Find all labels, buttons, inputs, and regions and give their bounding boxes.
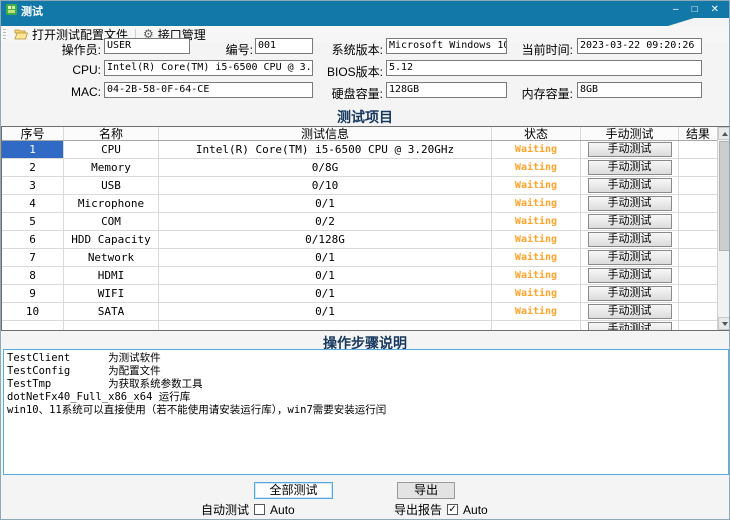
minimize-button[interactable]: – [673,3,679,16]
result-cell [679,285,717,302]
number-label: 编号: [193,41,253,58]
header-result[interactable]: 结果 [679,127,717,140]
status-text: Waiting [515,198,557,209]
memory-field[interactable]: 8GB [577,82,702,98]
export-report-label: 导出报告 [394,501,442,518]
auto-test-option-label: Auto [270,503,295,517]
test-all-button[interactable]: 全部测试 [254,482,333,499]
result-cell [679,141,717,158]
mac-label: MAC: [31,85,101,99]
steps-text: TestClient 为测试软件 TestConfig 为配置文件 TestTm… [4,350,728,419]
table-row[interactable]: 8 HDMI 0/1 Waiting 手动测试 [2,267,717,285]
table-row[interactable]: 9 WIFI 0/1 Waiting 手动测试 [2,285,717,303]
result-cell [679,159,717,176]
export-report-option-label: Auto [463,503,488,517]
window-title: 测试 [21,3,43,19]
bios-label: BIOS版本: [321,63,383,80]
status-text: Waiting [515,252,557,263]
operator-label: 操作员: [31,41,101,58]
status-text: Waiting [515,234,557,245]
table-scrollbar[interactable] [717,127,730,330]
manual-test-button[interactable]: 手动测试 [588,304,672,319]
table-row[interactable]: 2 Memory 0/8G Waiting 手动测试 [2,159,717,177]
status-text: Waiting [515,288,557,299]
status-text: Waiting [515,180,557,191]
scroll-up-button[interactable] [718,127,730,140]
manual-test-button[interactable]: 手动测试 [588,214,672,229]
auto-test-checkbox[interactable] [254,504,265,515]
export-report-checkbox[interactable]: ✓ [447,504,458,515]
manual-test-button[interactable]: 手动测试 [588,268,672,283]
export-button[interactable]: 导出 [397,482,455,499]
current-time-label: 当前时间: [513,41,573,58]
scroll-down-button[interactable] [718,317,730,330]
system-version-label: 系统版本: [321,41,383,58]
result-cell [679,195,717,212]
maximize-button[interactable]: □ [692,3,698,16]
manual-test-button[interactable]: 手动测试 [588,178,672,193]
table-row[interactable]: 5 COM 0/2 Waiting 手动测试 [2,213,717,231]
cpu-field[interactable]: Intel(R) Core(TM) i5-6500 CPU @ 3.20GHz [104,60,313,76]
app-window: 测试 – □ ✕ 打开测试配置文件 ⚙ 接口管理 操作员: USER 编号: 0… [0,0,730,520]
manual-test-button[interactable]: 手动测试 [588,142,672,157]
table-row[interactable]: 10 SATA 0/1 Waiting 手动测试 [2,303,717,321]
table-row[interactable]: 4 Microphone 0/1 Waiting 手动测试 [2,195,717,213]
table-row[interactable]: 6 HDD Capacity 0/128G Waiting 手动测试 [2,231,717,249]
hdd-field[interactable]: 128GB [386,82,507,98]
manual-test-button[interactable]: 手动测试 [588,196,672,211]
number-field[interactable]: 001 [255,38,313,54]
operator-field[interactable]: USER [104,38,190,54]
current-time-field[interactable]: 2023-03-22 09:20:26 [577,38,702,54]
arrow-down-icon [722,322,728,326]
toolbar-grip[interactable] [3,29,6,40]
table-header-row: 序号 名称 测试信息 状态 手动测试 结果 [2,127,717,141]
manual-test-button[interactable]: 手动测试 [588,160,672,175]
scrollbar-thumb[interactable] [719,141,730,251]
table-row[interactable]: 7 Network 0/1 Waiting 手动测试 [2,249,717,267]
table-row[interactable]: 1 CPU Intel(R) Core(TM) i5-6500 CPU @ 3.… [2,141,717,159]
manual-test-button[interactable]: 手动测试 [588,250,672,265]
result-cell [679,213,717,230]
auto-test-label: 自动测试 [201,501,249,518]
status-text: Waiting [515,306,557,317]
result-cell [679,177,717,194]
mac-field[interactable]: 04-2B-58-0F-64-CE [104,82,313,98]
result-cell [679,267,717,284]
memory-label: 内存容量: [513,85,573,102]
app-icon [6,4,17,15]
system-version-field[interactable]: Microsoft Windows 10 专 [386,38,507,54]
manual-test-button[interactable]: 手动测试 [588,232,672,247]
header-manual[interactable]: 手动测试 [581,127,679,140]
test-items-title: 测试项目 [1,107,729,127]
header-no[interactable]: 序号 [2,127,64,140]
status-text: Waiting [515,216,557,227]
result-cell [679,303,717,320]
status-text: Waiting [515,144,557,155]
hdd-label: 硬盘容量: [321,85,383,102]
manual-test-button[interactable]: 手动测试 [588,322,672,331]
cpu-label: CPU: [31,63,101,77]
test-items-table: 序号 名称 测试信息 状态 手动测试 结果 1 CPU Intel(R) Cor… [1,126,730,331]
status-text: Waiting [515,270,557,281]
result-cell [679,249,717,266]
manual-test-button[interactable]: 手动测试 [588,286,672,301]
header-info[interactable]: 测试信息 [159,127,492,140]
title-bar[interactable]: 测试 – □ ✕ [1,1,729,18]
status-text: Waiting [515,162,557,173]
bios-field[interactable]: 5.12 [386,60,702,76]
result-cell [679,321,717,331]
close-button[interactable]: ✕ [711,3,719,16]
open-folder-icon [14,28,28,40]
steps-textarea[interactable]: TestClient 为测试软件 TestConfig 为配置文件 TestTm… [3,349,729,475]
result-cell [679,231,717,248]
table-row[interactable]: 手动测试 [2,321,717,331]
arrow-up-icon [722,132,728,136]
header-name[interactable]: 名称 [64,127,159,140]
header-status[interactable]: 状态 [492,127,581,140]
table-row[interactable]: 3 USB 0/10 Waiting 手动测试 [2,177,717,195]
